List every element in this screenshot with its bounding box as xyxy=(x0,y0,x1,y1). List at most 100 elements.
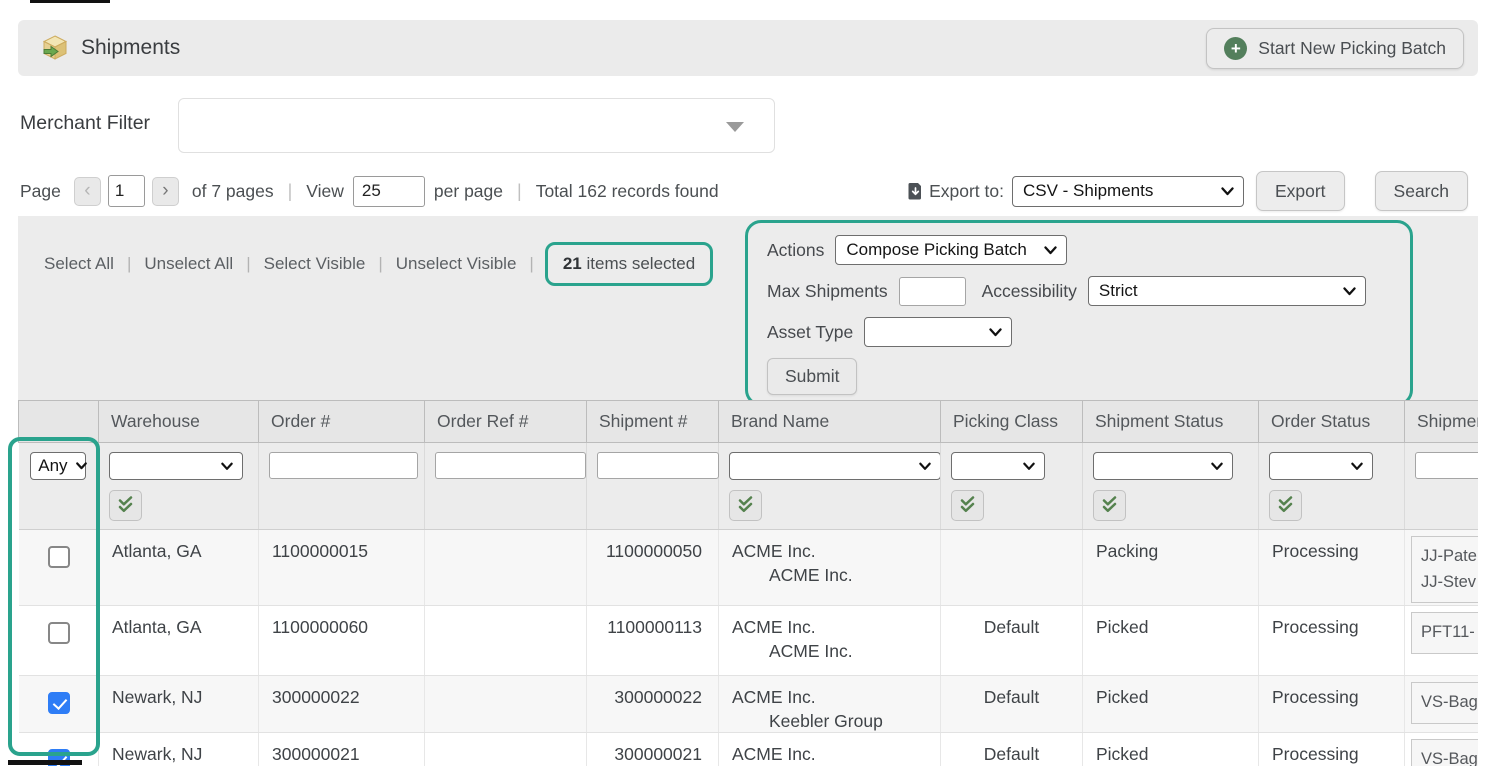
cell-order-ref xyxy=(425,733,587,766)
warehouse-filter-select[interactable] xyxy=(109,452,243,480)
actions-label: Actions xyxy=(767,240,824,261)
cell-brand-name: ACME Inc.ACME Inc. xyxy=(719,530,941,606)
shipment-tag: JJ-PateJJ-Stev xyxy=(1411,536,1478,603)
select-chevron-icon xyxy=(76,462,87,470)
cell-order-number: 300000022 xyxy=(259,676,425,733)
merchant-filter-label: Merchant Filter xyxy=(20,112,150,135)
per-page-input[interactable] xyxy=(353,176,425,207)
table-row: Newark, NJ300000021300000021ACME Inc.Kee… xyxy=(19,733,1479,766)
brand-filter-select[interactable] xyxy=(729,452,941,480)
column-header-select xyxy=(19,401,99,443)
brand-line-1: ACME Inc. xyxy=(732,687,940,708)
select-all-link[interactable]: Select All xyxy=(44,254,114,274)
double-check-icon xyxy=(736,496,755,515)
select-visible-link[interactable]: Select Visible xyxy=(264,254,366,274)
chevron-left-icon: ‹ xyxy=(84,180,90,202)
cell-brand-name: ACME Inc.Keebler Group xyxy=(719,676,941,733)
export-format-value: CSV - Shipments xyxy=(1023,181,1153,201)
column-header-warehouse[interactable]: Warehouse xyxy=(99,401,259,443)
cell-shipment-status: Picked xyxy=(1083,606,1259,676)
shipments-page: Shipments + Start New Picking Batch Merc… xyxy=(0,0,1496,766)
picking-class-filter-select[interactable] xyxy=(951,452,1045,480)
unselect-visible-link[interactable]: Unselect Visible xyxy=(396,254,517,274)
shipment-filter-input[interactable] xyxy=(597,452,719,479)
column-header-shipment-status[interactable]: Shipment Status xyxy=(1083,401,1259,443)
cell-shipment-number: 1100000113 xyxy=(587,606,719,676)
next-page-button[interactable]: › xyxy=(152,177,179,206)
start-new-picking-batch-label: Start New Picking Batch xyxy=(1258,38,1446,59)
shipment-status-filter-select[interactable] xyxy=(1093,452,1233,480)
column-header-order-ref-[interactable]: Order Ref # xyxy=(425,401,587,443)
page-header: Shipments + Start New Picking Batch xyxy=(18,20,1478,76)
asset-type-select[interactable] xyxy=(864,317,1012,347)
select-chevron-icon xyxy=(1343,287,1356,296)
select-chevron-icon xyxy=(919,462,931,471)
column-header-order-[interactable]: Order # xyxy=(259,401,425,443)
prev-page-button[interactable]: ‹ xyxy=(74,177,101,206)
asset-type-label: Asset Type xyxy=(767,322,853,343)
actions-select[interactable]: Compose Picking Batch xyxy=(835,235,1067,265)
total-records-label: Total 162 records found xyxy=(536,181,719,202)
cell-shipment-number: 300000022 xyxy=(587,676,719,733)
warehouse-apply-filter-button[interactable] xyxy=(109,490,142,521)
cell-order-status: Processing xyxy=(1259,530,1405,606)
column-header-shipment-[interactable]: Shipment # xyxy=(587,401,719,443)
export-file-icon xyxy=(908,182,923,200)
column-header-picking-class[interactable]: Picking Class xyxy=(941,401,1083,443)
picking-class-apply-filter-button[interactable] xyxy=(951,490,984,521)
export-to-label: Export to: xyxy=(929,181,1004,202)
shipment-status-apply-filter-button[interactable] xyxy=(1093,490,1126,521)
cell-warehouse: Newark, NJ xyxy=(99,676,259,733)
cell-order-status: Processing xyxy=(1259,733,1405,766)
table-header-row: WarehouseOrder #Order Ref #Shipment #Bra… xyxy=(19,401,1479,443)
cell-shipment-status: Picked xyxy=(1083,676,1259,733)
submit-button[interactable]: Submit xyxy=(767,358,857,395)
shipments-table: WarehouseOrder #Order Ref #Shipment #Bra… xyxy=(18,400,1478,766)
column-header-order-status[interactable]: Order Status xyxy=(1259,401,1405,443)
selection-links: Select All | Unselect All | Select Visib… xyxy=(44,242,713,286)
last-column-filter-input[interactable] xyxy=(1415,452,1478,479)
brand-line-2: Keebler Group xyxy=(732,708,940,732)
cell-order-number: 1100000060 xyxy=(259,606,425,676)
row-select-checkbox[interactable] xyxy=(48,692,70,714)
search-button[interactable]: Search xyxy=(1375,171,1468,211)
page-number-input[interactable] xyxy=(108,175,145,207)
actions-form-annotation: Actions Compose Picking Batch Max Shipme… xyxy=(745,220,1413,406)
double-check-icon xyxy=(116,496,135,515)
divider: | xyxy=(529,254,533,274)
column-header-brand-name[interactable]: Brand Name xyxy=(719,401,941,443)
order-status-apply-filter-button[interactable] xyxy=(1269,490,1302,521)
package-icon xyxy=(42,35,69,61)
cell-order-ref xyxy=(425,606,587,676)
brand-apply-filter-button[interactable] xyxy=(729,490,762,521)
order-filter-input[interactable] xyxy=(269,452,418,479)
accessibility-select[interactable]: Strict xyxy=(1088,276,1366,306)
export-button[interactable]: Export xyxy=(1256,171,1345,211)
cell-shipment-number: 300000021 xyxy=(587,733,719,766)
row-select-checkbox[interactable] xyxy=(48,546,70,568)
max-shipments-input[interactable] xyxy=(899,277,966,306)
select-chevron-icon xyxy=(1044,246,1057,255)
cell-select xyxy=(19,676,99,733)
cell-shipment-number: 1100000050 xyxy=(587,530,719,606)
order-ref-filter-input[interactable] xyxy=(435,452,586,479)
select-chevron-icon xyxy=(989,328,1002,337)
row-select-checkbox[interactable] xyxy=(48,622,70,644)
cell-picking-class: Default xyxy=(941,676,1083,733)
unselect-all-link[interactable]: Unselect All xyxy=(144,254,233,274)
order-status-filter-select[interactable] xyxy=(1269,452,1373,480)
export-format-select[interactable]: CSV - Shipments xyxy=(1012,176,1244,207)
pagination-bar: Page ‹ › of 7 pages | View per page | To… xyxy=(20,171,1468,211)
table-row: Newark, NJ300000022300000022ACME Inc.Kee… xyxy=(19,676,1479,733)
cell-shipment-status: Picked xyxy=(1083,733,1259,766)
brand-line-2: ACME Inc. xyxy=(732,638,940,662)
start-new-picking-batch-button[interactable]: + Start New Picking Batch xyxy=(1206,28,1464,69)
accessibility-label: Accessibility xyxy=(982,281,1077,302)
max-shipments-label: Max Shipments xyxy=(767,281,888,302)
cell-select xyxy=(19,530,99,606)
double-check-icon xyxy=(1100,496,1119,515)
column-header-shipment[interactable]: Shipment xyxy=(1405,401,1479,443)
merchant-filter-select[interactable] xyxy=(178,98,775,153)
cell-shipment-tags: VS-Bag xyxy=(1405,733,1479,766)
any-filter-select[interactable]: Any xyxy=(30,452,86,480)
